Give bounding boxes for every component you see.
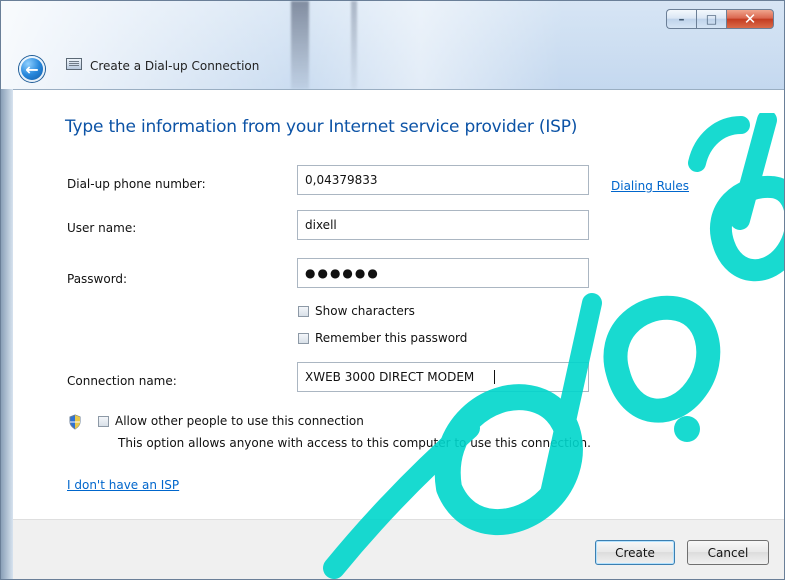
show-characters-checkbox[interactable] [298,305,309,317]
connection-name-field[interactable] [297,362,589,392]
window-caption-buttons: – □ ✕ [666,9,774,29]
connection-name-label: Connection name: [67,374,177,388]
minimize-icon: – [678,12,685,26]
uac-shield-icon [68,414,82,430]
password-field[interactable] [297,258,589,288]
no-isp-link[interactable]: I don't have an ISP [67,478,179,492]
phone-number-field[interactable] [297,165,589,195]
username-field[interactable] [297,210,589,240]
dialup-window: – □ ✕ ← Create a Dial-up Connection Type… [0,0,785,580]
show-characters-option[interactable]: Show characters [298,304,415,318]
page-title: Type the information from your Internet … [65,117,578,137]
allow-others-label: Allow other people to use this connectio… [115,414,364,428]
allow-others-description: This option allows anyone with access to… [118,436,591,450]
dialing-rules-link[interactable]: Dialing Rules [611,179,689,193]
create-button[interactable]: Create [595,540,675,565]
maximize-button[interactable]: □ [696,9,726,29]
allow-others-checkbox[interactable] [98,415,109,427]
minimize-button[interactable]: – [666,9,696,29]
back-button[interactable]: ← [19,56,45,82]
window-title: Create a Dial-up Connection [90,59,260,73]
phone-number-label: Dial-up phone number: [67,177,206,191]
password-label: Password: [67,272,128,286]
close-button[interactable]: ✕ [726,9,774,29]
close-icon: ✕ [743,10,757,28]
text-cursor [494,370,495,384]
left-window-border [1,89,13,579]
maximize-icon: □ [705,12,718,26]
dialup-connection-icon [66,58,82,70]
show-characters-label: Show characters [315,304,415,318]
remember-password-checkbox[interactable] [298,332,309,344]
username-label: User name: [67,221,137,235]
remember-password-label: Remember this password [315,331,468,345]
allow-others-option[interactable]: Allow other people to use this connectio… [98,414,364,428]
remember-password-option[interactable]: Remember this password [298,331,467,345]
cancel-button[interactable]: Cancel [687,540,769,565]
dialog-content: Type the information from your Internet … [13,89,784,519]
dialog-footer: Create Cancel [13,519,784,579]
dialog-header: ← Create a Dial-up Connection [1,41,784,89]
back-arrow-icon: ← [25,59,39,79]
